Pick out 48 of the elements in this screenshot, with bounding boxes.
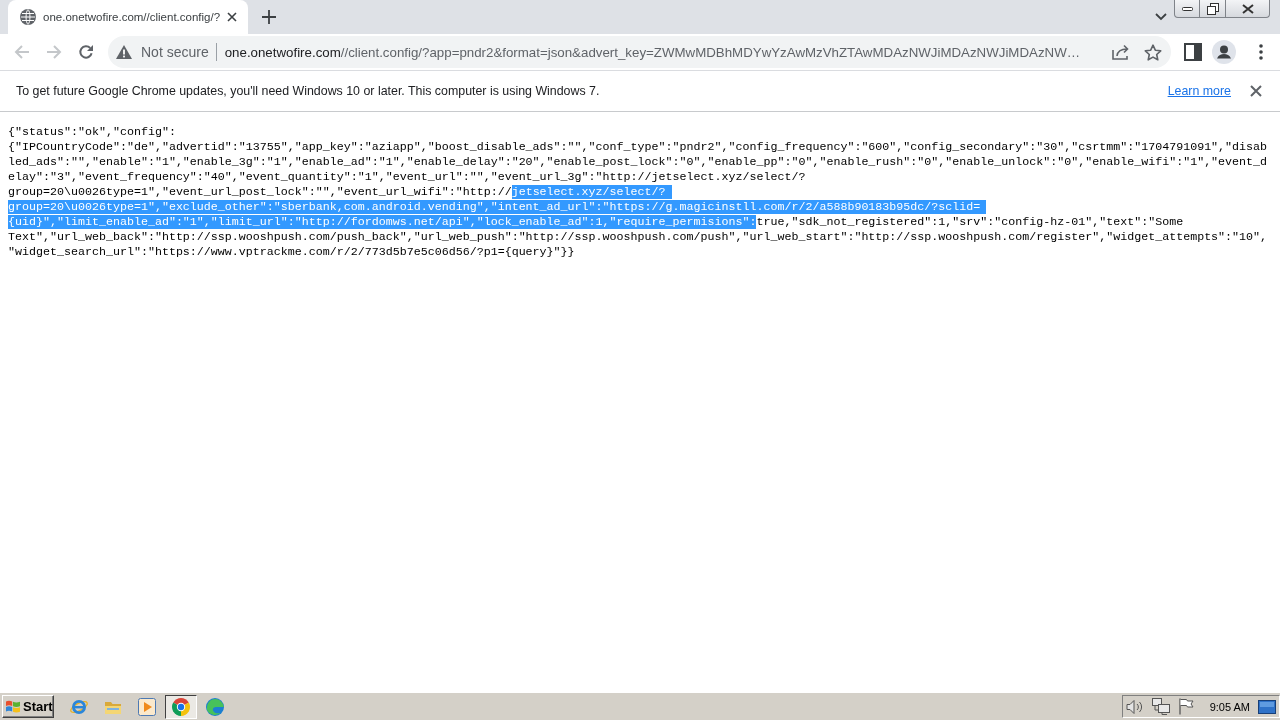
minimize-icon xyxy=(1181,6,1193,11)
flag-icon[interactable] xyxy=(1177,698,1194,715)
globe-icon xyxy=(20,9,36,25)
json-text: led_ads":"","enable":"1","enable_3g":"1","enable_ad":"1","enable_delay":"20","enable_post_lock":"0","enable_pp":"0","enable_rush":"0","enable_unlock":"0","enable_wifi":"1","event_d xyxy=(8,155,1268,169)
json-text: {"status":"ok","config": xyxy=(8,125,176,139)
taskbar-clock[interactable]: 9:05 AM xyxy=(1209,700,1250,713)
share-icon xyxy=(1112,44,1130,60)
json-text: group=20\u0026type=1","event_url_post_lock":"","event_url_wifi":"http:// xyxy=(8,185,512,199)
close-window-button[interactable] xyxy=(1226,0,1270,18)
speaker-icon[interactable] xyxy=(1125,698,1144,715)
plus-icon xyxy=(262,10,276,24)
side-panel-icon xyxy=(1184,43,1202,61)
taskbar-button[interactable] xyxy=(165,694,197,719)
avatar-icon xyxy=(1212,40,1236,64)
json-text: true,"sdk_not_registered":1,"srv":"config-hz-01","text":"Some xyxy=(756,215,1184,229)
e-logo-icon xyxy=(69,697,89,716)
highlighted-json-text: group=20\u0026type=1","exclude_other":"sberbank,com.android.vending","intent_ad_url":"https://g.magicinstll.com/r/2/a588b90183b95dc/?sclid= xyxy=(8,200,987,214)
restore-icon xyxy=(1206,2,1219,15)
json-text: elay":"3","event_frequency":"40","event_quantity":"1","event_url":"","event_url_3g":"http://jetselect.xyz/select/? xyxy=(8,170,806,184)
kebab-menu-icon xyxy=(1259,44,1263,60)
close-icon xyxy=(227,12,237,22)
forward-arrow-icon xyxy=(46,44,62,60)
infobar-message: To get future Google Chrome updates, you'll need Windows 10 or later. This computer is using Windows 7. xyxy=(16,84,600,98)
chevron-down-icon xyxy=(1155,13,1167,21)
round-logo-icon xyxy=(172,697,190,716)
flag-logo-icon xyxy=(5,699,21,714)
close-icon xyxy=(1250,85,1262,97)
highlighted-json-text: jetselect.xyz/select/? xyxy=(511,185,672,199)
security-indicator[interactable]: Not secure xyxy=(116,40,209,64)
learn-more-link[interactable]: Learn more xyxy=(1167,84,1231,98)
warning-icon xyxy=(116,45,132,59)
desktop-icon[interactable] xyxy=(1258,699,1276,714)
swirl-logo-icon xyxy=(206,697,224,716)
play-icon xyxy=(138,697,156,716)
restore-button[interactable] xyxy=(1200,0,1226,18)
json-text: {"IPCountryCode":"de","advertid":"13755","app_key":"aziapp","boost_disable_ads":"","conf_type":"pndr2","config_frequency":"600","config_secondary":"30","csrtmm":"1704791091","disab xyxy=(8,140,1268,154)
close-icon xyxy=(1241,3,1254,14)
reload-icon xyxy=(78,44,94,60)
start-button[interactable]: Start xyxy=(2,695,54,718)
star-icon xyxy=(1144,43,1162,61)
json-text: Text","url_web_back":"http://ssp.wooshpush.com/push_back","url_web_push":"http://ssp.wooshpush.com/push","url_web_start":"http://ssp.wooshpush.com/register","widget_attempts":"10", xyxy=(8,230,1268,244)
back-arrow-icon xyxy=(14,44,30,60)
browser-tab[interactable]: one.onetwofire.com//client.config/? xyxy=(8,0,248,34)
highlighted-json-text: {uid}","limit_enable_ad":"1","limit_url":"http://fordomws.net/api","lock_enable_ad":1,"require_permisions": xyxy=(8,215,757,229)
address-bar[interactable]: Not secure one.onetwofire.com//client.config/?app=pndr2&format=json&advert_key=ZWMwMDBhMDYwYzAwMzVhZTAwMDAzNWJiMDAzNWJiMDAzNW… xyxy=(108,36,1171,68)
minimize-button[interactable] xyxy=(1174,0,1200,18)
network-icon[interactable] xyxy=(1151,698,1170,715)
json-text: "widget_search_url":"https://www.vptrackme.com/r/2/773d5b7e5c06d56/?p1={query}"}} xyxy=(8,245,575,259)
